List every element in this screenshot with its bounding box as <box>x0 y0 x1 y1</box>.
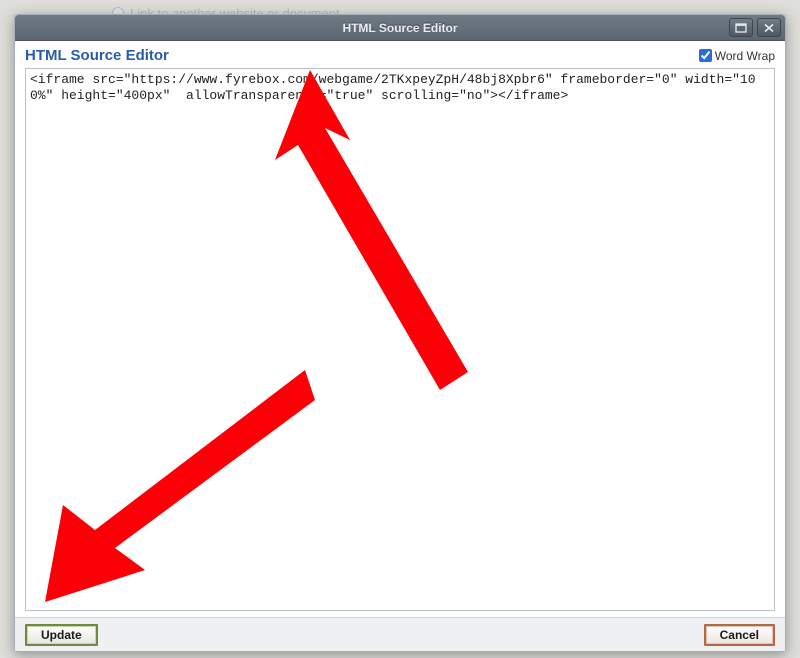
wordwrap-checkbox[interactable] <box>699 49 712 62</box>
dialog-header: HTML Source Editor Word Wrap <box>15 41 785 68</box>
update-button[interactable]: Update <box>25 624 98 646</box>
dialog-content <box>15 68 785 617</box>
dialog-titlebar[interactable]: HTML Source Editor <box>15 15 785 41</box>
header-title: HTML Source Editor <box>25 47 169 64</box>
close-button[interactable] <box>757 18 781 37</box>
html-source-textarea[interactable] <box>25 68 775 611</box>
maximize-button[interactable] <box>729 18 753 37</box>
html-source-editor-dialog: HTML Source Editor HTML Source Editor Wo… <box>14 14 786 652</box>
dialog-footer: Update Cancel <box>15 617 785 651</box>
close-icon <box>763 23 775 33</box>
maximize-icon <box>735 23 747 33</box>
wordwrap-label: Word Wrap <box>715 49 775 63</box>
dialog-title: HTML Source Editor <box>342 21 457 35</box>
cancel-button[interactable]: Cancel <box>704 624 775 646</box>
wordwrap-toggle[interactable]: Word Wrap <box>699 49 775 63</box>
window-controls <box>729 18 781 37</box>
